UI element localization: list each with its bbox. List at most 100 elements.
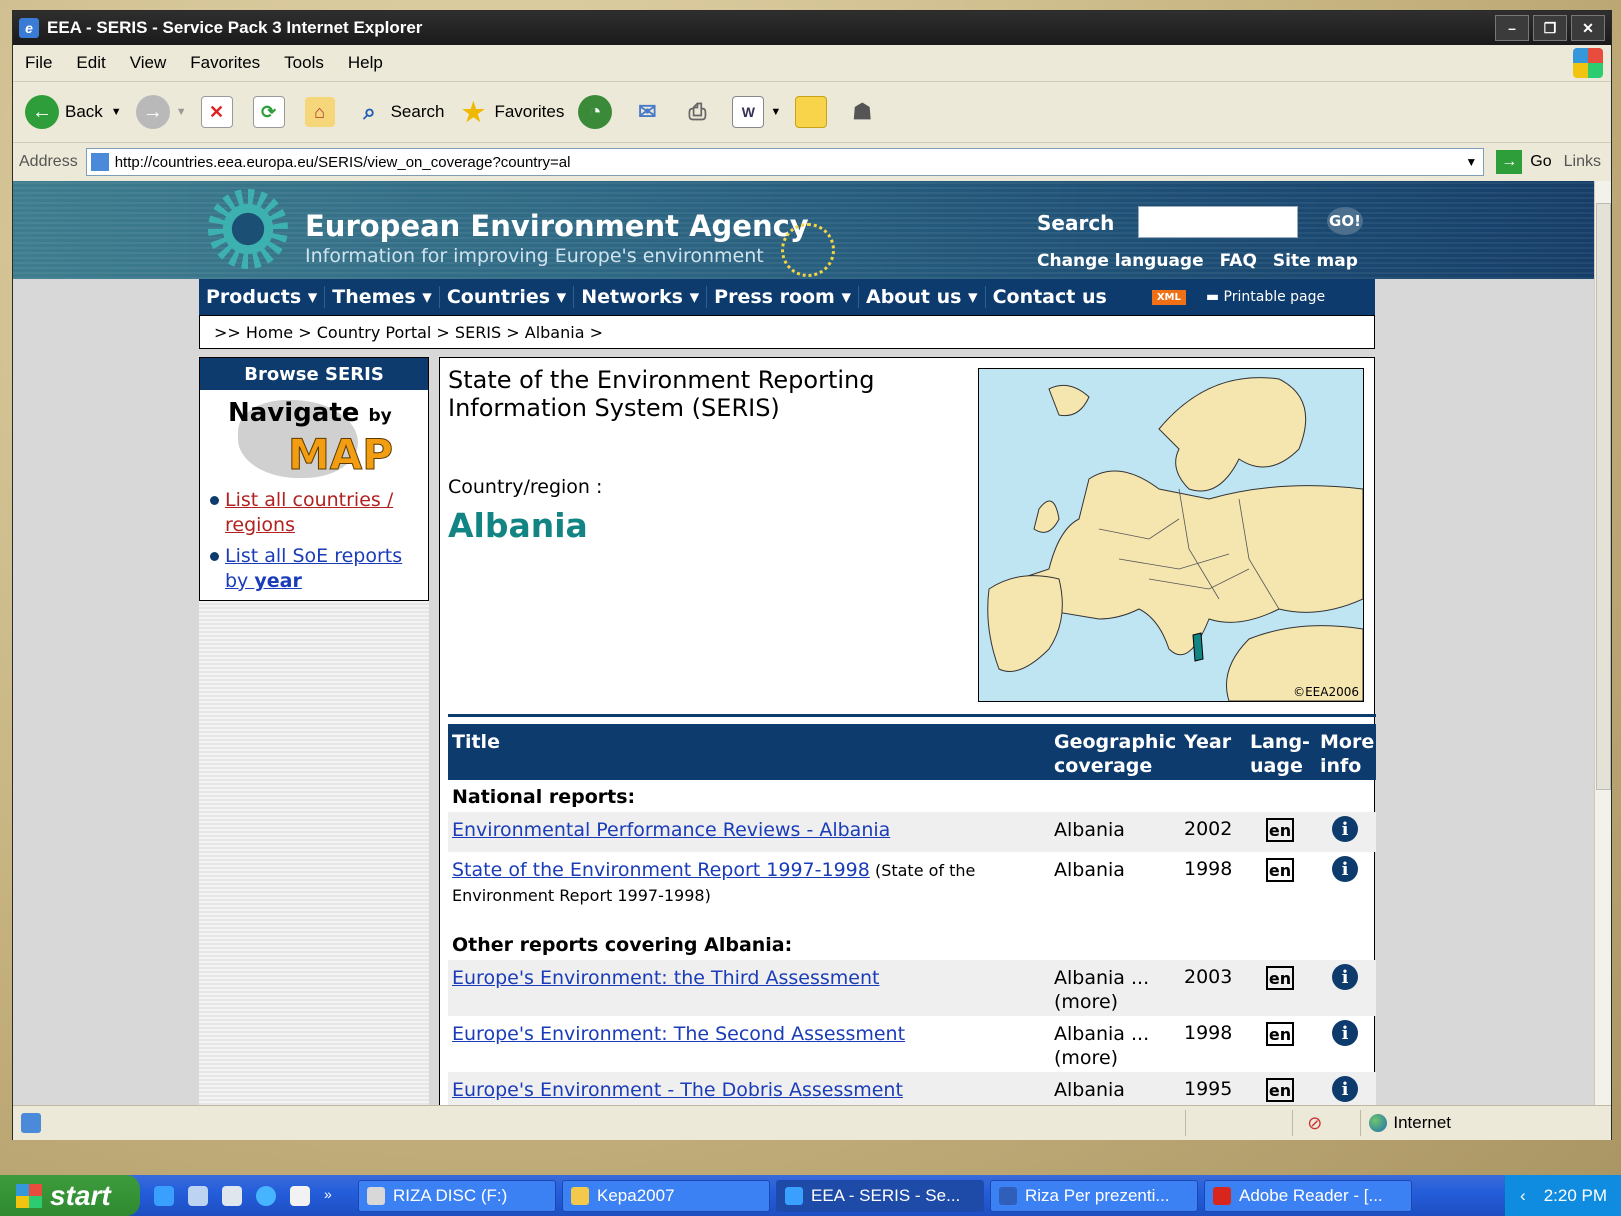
zone-label: Internet (1393, 1113, 1451, 1132)
main-nav: Products ▾ Themes ▾ Countries ▾ Networks… (199, 279, 1375, 315)
menu-view[interactable]: View (130, 53, 167, 73)
word-icon[interactable]: W (732, 96, 765, 128)
header-search-input[interactable] (1138, 206, 1298, 238)
popup-blocked-icon[interactable]: ⊘ (1307, 1113, 1322, 1134)
app-quicklaunch-icon[interactable] (290, 1185, 310, 1206)
taskbar-item[interactable]: Riza Per prezenti... (990, 1179, 1198, 1212)
left-column: Browse SERIS Navigate by MAP List all co… (199, 357, 429, 1105)
europe-map[interactable]: ©EEA2006 (978, 368, 1364, 702)
menu-file[interactable]: File (25, 53, 52, 73)
language-button[interactable]: en (1266, 1078, 1294, 1102)
chevron-right-icon[interactable]: » (324, 1186, 344, 1206)
home-icon[interactable]: ⌂ (304, 97, 335, 127)
refresh-icon[interactable]: ⟳ (252, 96, 285, 128)
info-icon[interactable]: i (1332, 1020, 1358, 1046)
xml-badge[interactable]: XML (1151, 289, 1186, 305)
desktop-quicklaunch-icon[interactable] (188, 1185, 208, 1206)
eea-logo-icon[interactable] (208, 189, 288, 269)
row-year: 1995 (1184, 1078, 1233, 1100)
agency-tagline: Information for improving Europe's envir… (305, 245, 764, 267)
bullet-icon (210, 552, 219, 561)
table-row: Europe's Environment - The Dobris Assess… (448, 1072, 1376, 1105)
taskbar-item-label: Kepa2007 (597, 1185, 675, 1205)
menu-favorites[interactable]: Favorites (190, 53, 260, 73)
go-button[interactable]: → Go (1496, 150, 1552, 174)
language-button[interactable]: en (1266, 858, 1294, 882)
taskbar-item[interactable]: Adobe Reader - [... (1204, 1179, 1412, 1212)
system-tray: ‹ 2:20 PM (1505, 1175, 1621, 1216)
menu-help[interactable]: Help (348, 53, 383, 73)
info-icon[interactable]: i (1332, 964, 1358, 990)
scrollbar-thumb[interactable] (1596, 203, 1611, 790)
ie-icon (785, 1186, 803, 1205)
taskbar-item-label: EEA - SERIS - Se... (811, 1185, 961, 1205)
start-label: start (50, 1179, 111, 1211)
minimize-button[interactable]: – (1495, 15, 1529, 41)
table-row: Europe's Environment: the Third Assessme… (448, 960, 1376, 1016)
search-button[interactable]: ⌕ Search (355, 97, 444, 127)
site-map-link[interactable]: Site map (1273, 251, 1358, 271)
printable-page-link[interactable]: ▬ Printable page (1206, 289, 1325, 305)
list-countries-link[interactable]: List all countries / regions (225, 488, 420, 538)
report-link[interactable]: Europe's Environment: the Third Assessme… (452, 967, 879, 989)
table-row: Environmental Performance Reviews - Alba… (448, 812, 1376, 852)
country-label: Country/region : (448, 476, 603, 498)
chevron-down-icon: ▼ (175, 106, 187, 118)
language-button[interactable]: en (1266, 966, 1294, 990)
vertical-scrollbar[interactable] (1594, 181, 1611, 1105)
mail-icon[interactable]: ✉ (632, 97, 662, 127)
media-quicklaunch-icon[interactable] (256, 1185, 276, 1206)
info-icon[interactable]: i (1332, 1076, 1358, 1102)
menu-edit[interactable]: Edit (76, 53, 105, 73)
row-geo: Albania ...(more) (1054, 967, 1150, 1013)
start-button[interactable]: start (0, 1175, 140, 1216)
print-icon[interactable]: ⎙ (682, 97, 712, 127)
menu-tools[interactable]: Tools (284, 53, 324, 73)
address-label: Address (19, 153, 78, 170)
address-input[interactable]: http://countries.eea.europa.eu/SERIS/vie… (85, 148, 1485, 176)
report-link[interactable]: Europe's Environment - The Dobris Assess… (452, 1079, 903, 1101)
report-link[interactable]: Europe's Environment: The Second Assessm… (452, 1023, 905, 1045)
agency-name[interactable]: European Environment Agency (305, 209, 809, 243)
info-icon[interactable]: i (1332, 856, 1358, 882)
favorites-button[interactable]: ★ Favorites (458, 97, 565, 127)
col-lang: Lang- uage (1250, 731, 1310, 777)
taskbar-item[interactable]: Kepa2007 (562, 1179, 770, 1212)
taskbar-item-active[interactable]: EEA - SERIS - Se... (776, 1179, 984, 1212)
chevron-left-icon[interactable]: ‹ (1520, 1186, 1526, 1206)
history-icon[interactable]: ◔ (578, 95, 613, 129)
ie-quicklaunch-icon[interactable] (154, 1185, 174, 1206)
language-button[interactable]: en (1266, 818, 1294, 842)
notes-icon[interactable] (795, 96, 828, 128)
chevron-down-icon[interactable]: ▼ (1465, 155, 1477, 169)
forward-button[interactable]: → ▼ (135, 95, 187, 129)
nav-contact-us[interactable]: Contact us (986, 286, 1114, 308)
nav-about-us[interactable]: About us ▾ (859, 286, 986, 308)
taskbar-item[interactable]: RIZA DISC (F:) (358, 1179, 556, 1212)
messenger-icon[interactable]: ☗ (847, 97, 877, 127)
back-button[interactable]: ← Back ▼ (25, 95, 122, 129)
close-button[interactable]: ✕ (1571, 15, 1605, 41)
nav-press-room[interactable]: Press room ▾ (707, 286, 859, 308)
report-link[interactable]: State of the Environment Report 1997-199… (452, 859, 870, 881)
info-icon[interactable]: i (1332, 816, 1358, 842)
stop-icon[interactable]: ✕ (200, 96, 233, 128)
row-geo: Albania (1054, 859, 1125, 881)
faq-link[interactable]: FAQ (1220, 251, 1257, 271)
links-button[interactable]: Links (1564, 153, 1601, 171)
col-year: Year (1184, 731, 1232, 753)
report-link[interactable]: Environmental Performance Reviews - Alba… (452, 819, 890, 841)
maximize-button[interactable]: ❐ (1533, 15, 1567, 41)
back-arrow-icon: ← (25, 95, 59, 129)
divider (448, 714, 1376, 717)
nav-products[interactable]: Products ▾ (199, 286, 326, 308)
change-language-link[interactable]: Change language (1037, 251, 1204, 271)
list-reports-link[interactable]: List all SoE reports by year (225, 544, 420, 594)
nav-networks[interactable]: Networks ▾ (574, 286, 708, 308)
nav-countries[interactable]: Countries ▾ (440, 286, 575, 308)
navigate-by-map-button[interactable]: Navigate by MAP (200, 394, 428, 484)
language-button[interactable]: en (1266, 1022, 1294, 1046)
printer-quicklaunch-icon[interactable] (222, 1185, 242, 1206)
header-go-button[interactable]: GO! (1327, 207, 1363, 235)
nav-themes[interactable]: Themes ▾ (325, 286, 440, 308)
